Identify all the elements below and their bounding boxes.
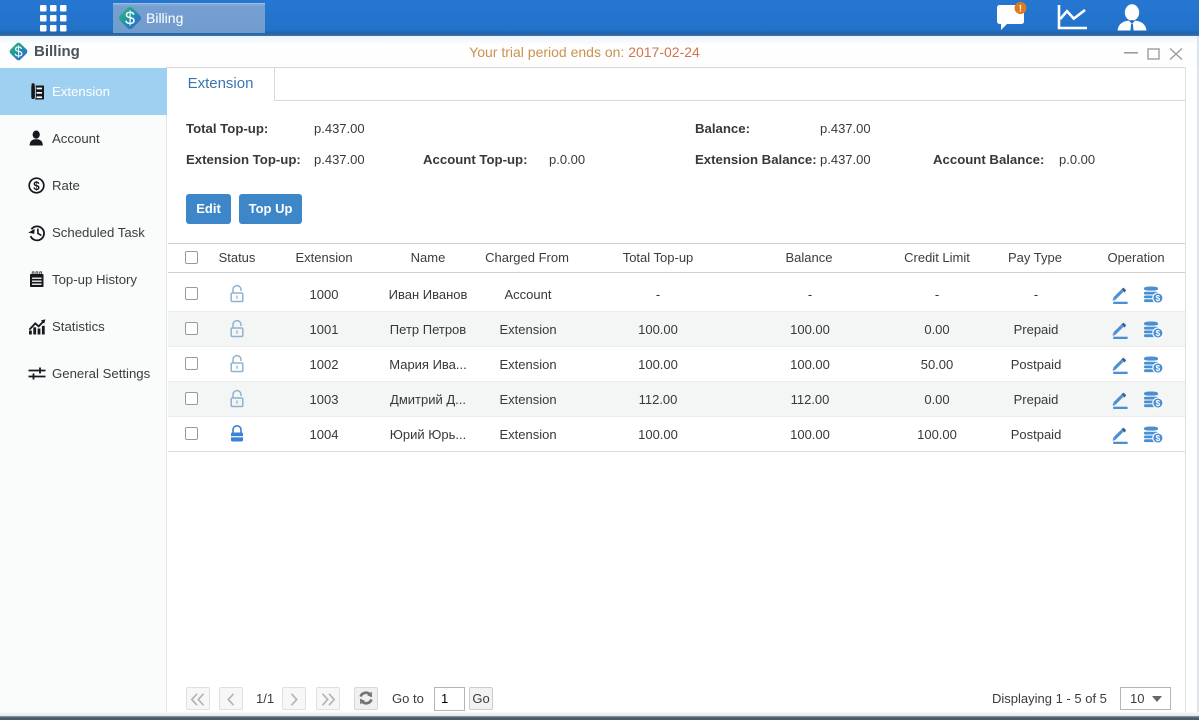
svg-text:$: $	[125, 9, 135, 29]
svg-text:$: $	[1156, 434, 1161, 443]
svg-text:$: $	[1156, 364, 1161, 373]
svg-text:$: $	[1156, 294, 1161, 303]
svg-text:!: !	[1019, 4, 1022, 15]
svg-text:$: $	[33, 181, 40, 193]
svg-text:$: $	[1156, 329, 1161, 338]
svg-text:$: $	[1156, 399, 1161, 408]
